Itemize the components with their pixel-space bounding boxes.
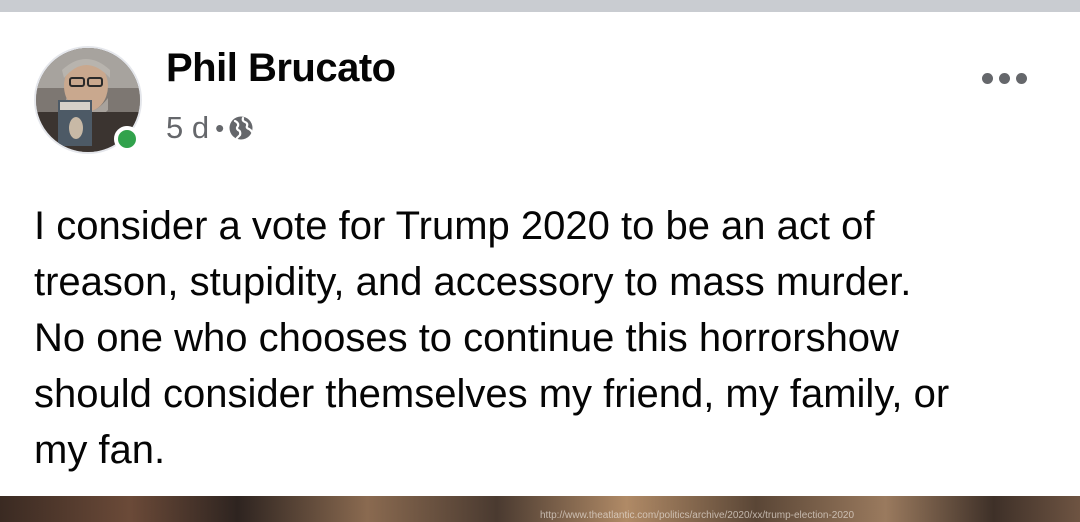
more-options-icon-dot <box>1015 72 1027 84</box>
online-status-indicator <box>114 126 140 152</box>
more-options-button[interactable] <box>976 60 1032 96</box>
more-options-icon-dot <box>981 72 993 84</box>
feed-divider <box>0 0 1080 12</box>
post-body-line: I consider a vote for Trump 2020 to be a… <box>34 204 875 248</box>
post-timestamp[interactable]: 5 d <box>166 110 209 146</box>
post-body-line: No one who chooses to continue this horr… <box>34 316 899 360</box>
author-avatar-container[interactable] <box>34 46 142 154</box>
post-body: I consider a vote for Trump 2020 to be a… <box>34 198 1054 478</box>
post-attached-image[interactable]: http://www.theatlantic.com/politics/arch… <box>0 496 1080 522</box>
post-meta: 5 d • <box>166 108 254 148</box>
meta-separator: • <box>215 112 225 143</box>
post-body-line: treason, stupidity, and accessory to mas… <box>34 260 912 304</box>
post-card: Phil Brucato 5 d • I consider a vote for… <box>0 12 1080 496</box>
post-body-line: should consider themselves my friend, my… <box>34 372 950 416</box>
more-options-icon-dot <box>998 72 1010 84</box>
image-watermark-url: http://www.theatlantic.com/politics/arch… <box>540 510 855 521</box>
globe-icon[interactable] <box>228 115 254 141</box>
author-name-link[interactable]: Phil Brucato <box>166 46 396 91</box>
post-body-line: my fan. <box>34 428 166 472</box>
